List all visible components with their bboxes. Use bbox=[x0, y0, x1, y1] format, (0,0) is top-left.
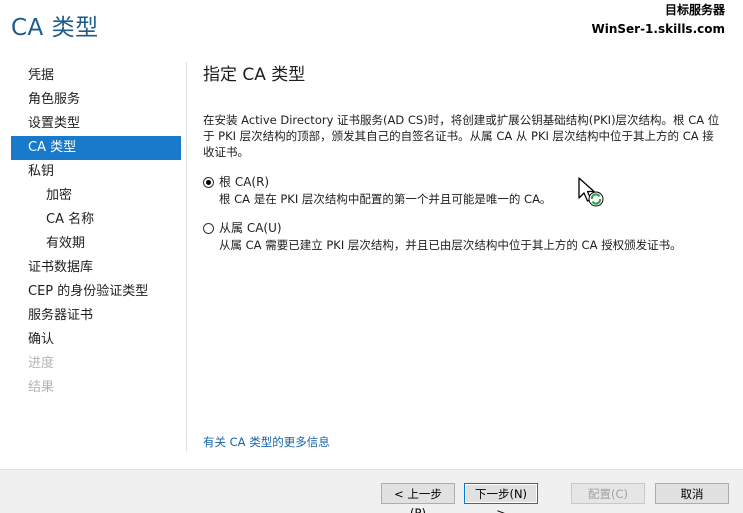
sidebar-item-validity-period[interactable]: 有效期 bbox=[11, 232, 181, 256]
radio-root-ca[interactable] bbox=[203, 177, 214, 188]
footer-bar: < 上一步(P) 下一步(N) > 配置(C) 取消 bbox=[0, 469, 743, 513]
option-root-ca-description: 根 CA 是在 PKI 层次结构中配置的第一个并且可能是唯一的 CA。 bbox=[219, 192, 552, 206]
sidebar: 凭据 角色服务 设置类型 CA 类型 私钥 加密 CA 名称 有效期 证书数据库… bbox=[11, 64, 181, 400]
page-title: CA 类型 bbox=[11, 15, 99, 41]
sidebar-item-credentials[interactable]: 凭据 bbox=[11, 64, 181, 88]
sidebar-item-progress: 进度 bbox=[28, 356, 55, 371]
sidebar-divider bbox=[186, 62, 187, 452]
option-root-ca[interactable]: 根 CA(R) 根 CA 是在 PKI 层次结构中配置的第一个并且可能是唯一的 … bbox=[203, 174, 731, 208]
sidebar-item-setup-type[interactable]: 设置类型 bbox=[11, 112, 181, 136]
option-subordinate-ca-description: 从属 CA 需要已建立 PKI 层次结构，并且已由层次结构中位于其上方的 CA … bbox=[219, 238, 682, 252]
main-panel: 指定 CA 类型 在安装 Active Directory 证书服务(AD CS… bbox=[203, 62, 731, 254]
sidebar-item-cep-auth-type[interactable]: CEP 的身份验证类型 bbox=[11, 280, 181, 304]
sidebar-item-role-services[interactable]: 角色服务 bbox=[11, 88, 181, 112]
option-subordinate-ca-label[interactable]: 从属 CA(U) bbox=[219, 220, 731, 237]
description-text: 在安装 Active Directory 证书服务(AD CS)时，将创建或扩展… bbox=[203, 113, 720, 159]
more-info-link[interactable]: 有关 CA 类型的更多信息 bbox=[203, 434, 330, 450]
sidebar-item-results: 结果 bbox=[28, 380, 55, 395]
target-server-name: WinSer-1.skills.com bbox=[591, 22, 725, 36]
next-button[interactable]: 下一步(N) > bbox=[464, 483, 538, 513]
option-root-ca-label[interactable]: 根 CA(R) bbox=[219, 174, 731, 191]
sidebar-item-certificate-database[interactable]: 证书数据库 bbox=[11, 256, 181, 280]
sidebar-item-private-key[interactable]: 私钥 bbox=[11, 160, 181, 184]
target-server-label: 目标服务器 bbox=[664, 3, 725, 17]
sidebar-item-server-certificate[interactable]: 服务器证书 bbox=[11, 304, 181, 328]
sidebar-item-confirmation[interactable]: 确认 bbox=[11, 328, 181, 352]
configure-button: 配置(C) bbox=[571, 483, 645, 504]
busy-cursor-icon bbox=[578, 177, 604, 207]
sidebar-item-cryptography[interactable]: 加密 bbox=[11, 184, 181, 208]
wizard-page: CA 类型 目标服务器 WinSer-1.skills.com 凭据 角色服务 … bbox=[0, 0, 743, 513]
radio-subordinate-ca[interactable] bbox=[203, 223, 214, 234]
cancel-button[interactable]: 取消 bbox=[655, 483, 729, 504]
sidebar-item-ca-type[interactable]: CA 类型 bbox=[11, 136, 181, 160]
section-title: 指定 CA 类型 bbox=[203, 65, 306, 85]
sidebar-item-ca-name[interactable]: CA 名称 bbox=[11, 208, 181, 232]
previous-button[interactable]: < 上一步(P) bbox=[381, 483, 455, 513]
option-subordinate-ca[interactable]: 从属 CA(U) 从属 CA 需要已建立 PKI 层次结构，并且已由层次结构中位… bbox=[203, 220, 731, 254]
target-server-block: 目标服务器 WinSer-1.skills.com bbox=[591, 1, 725, 39]
